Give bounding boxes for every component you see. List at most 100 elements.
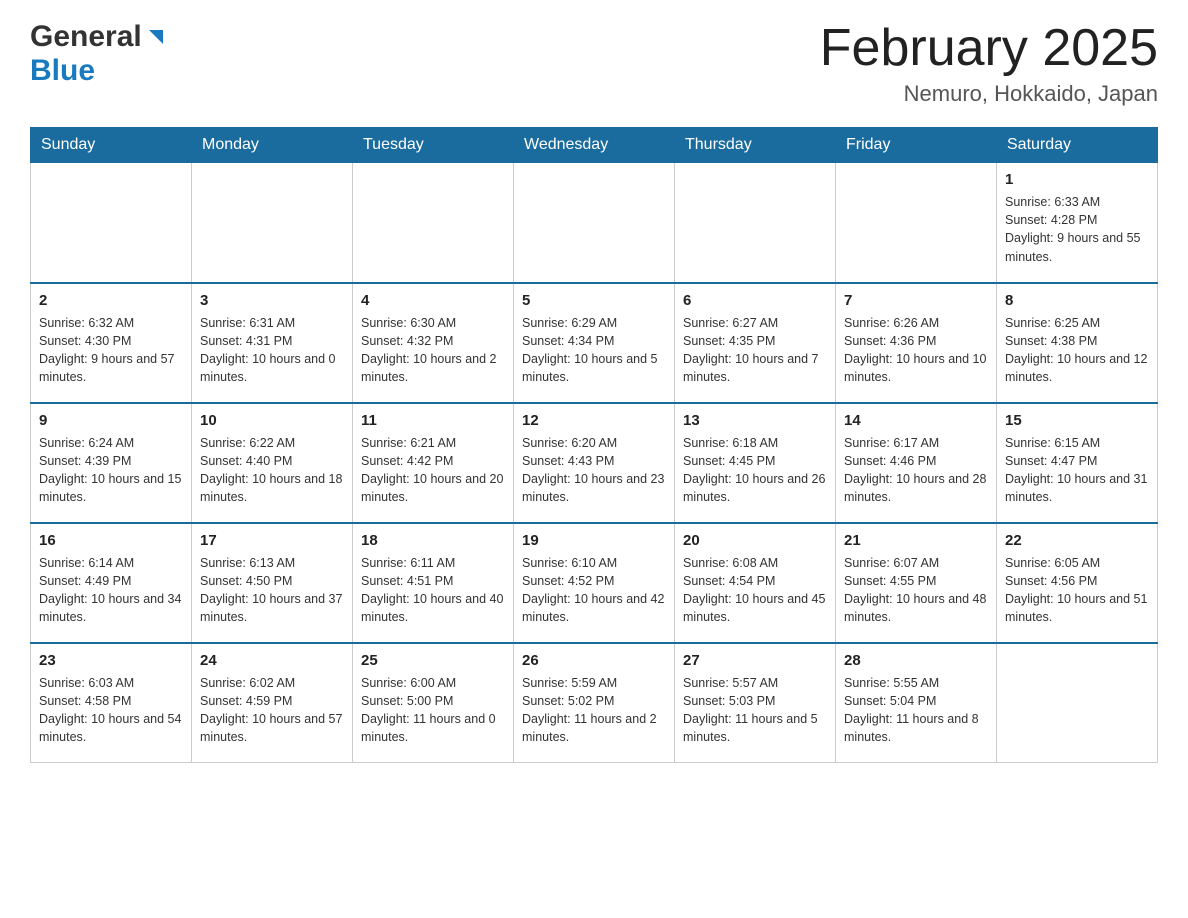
calendar-cell: 27 Sunrise: 5:57 AMSunset: 5:03 PMDayligh… [675,643,836,763]
calendar-cell [836,163,997,283]
day-number: 27 [683,650,827,671]
calendar-table: SundayMondayTuesdayWednesdayThursdayFrid… [30,127,1158,763]
calendar-day-header-thursday: Thursday [675,128,836,163]
calendar-cell [514,163,675,283]
day-info: Sunrise: 6:33 AMSunset: 4:28 PMDaylight:… [1005,193,1149,266]
day-number: 28 [844,650,988,671]
calendar-week-row: 9 Sunrise: 6:24 AMSunset: 4:39 PMDaylight… [31,403,1158,523]
calendar-cell: 24 Sunrise: 6:02 AMSunset: 4:59 PMDayligh… [192,643,353,763]
day-number: 20 [683,530,827,551]
day-info: Sunrise: 6:05 AMSunset: 4:56 PMDaylight:… [1005,554,1149,627]
logo-blue-text: Blue [30,54,95,87]
calendar-day-header-friday: Friday [836,128,997,163]
location-subtitle: Nemuro, Hokkaido, Japan [820,81,1158,107]
day-number: 14 [844,410,988,431]
day-info: Sunrise: 6:27 AMSunset: 4:35 PMDaylight:… [683,314,827,387]
day-number: 6 [683,290,827,311]
page-header: General Blue February 2025 Nemuro, Hokka… [30,20,1158,107]
day-number: 7 [844,290,988,311]
day-number: 15 [1005,410,1149,431]
day-info: Sunrise: 6:18 AMSunset: 4:45 PMDaylight:… [683,434,827,507]
day-number: 18 [361,530,505,551]
calendar-cell: 3 Sunrise: 6:31 AMSunset: 4:31 PMDaylight… [192,283,353,403]
day-info: Sunrise: 6:02 AMSunset: 4:59 PMDaylight:… [200,674,344,747]
day-info: Sunrise: 6:22 AMSunset: 4:40 PMDaylight:… [200,434,344,507]
calendar-day-header-wednesday: Wednesday [514,128,675,163]
calendar-cell: 14 Sunrise: 6:17 AMSunset: 4:46 PMDayligh… [836,403,997,523]
calendar-day-header-tuesday: Tuesday [353,128,514,163]
calendar-day-header-sunday: Sunday [31,128,192,163]
day-number: 24 [200,650,344,671]
day-number: 1 [1005,169,1149,190]
day-number: 12 [522,410,666,431]
logo-chevron-icon [145,26,167,48]
calendar-cell [997,643,1158,763]
calendar-week-row: 1 Sunrise: 6:33 AMSunset: 4:28 PMDaylight… [31,163,1158,283]
calendar-cell: 23 Sunrise: 6:03 AMSunset: 4:58 PMDayligh… [31,643,192,763]
calendar-cell: 18 Sunrise: 6:11 AMSunset: 4:51 PMDayligh… [353,523,514,643]
month-title: February 2025 [820,20,1158,77]
calendar-cell [675,163,836,283]
day-number: 13 [683,410,827,431]
day-info: Sunrise: 6:30 AMSunset: 4:32 PMDaylight:… [361,314,505,387]
calendar-cell: 21Sunrise: 6:07 AMSunset: 4:55 PMDayligh… [836,523,997,643]
day-info: Sunrise: 6:17 AMSunset: 4:46 PMDaylight:… [844,434,988,507]
calendar-cell: 15 Sunrise: 6:15 AMSunset: 4:47 PMDayligh… [997,403,1158,523]
calendar-cell: 10 Sunrise: 6:22 AMSunset: 4:40 PMDayligh… [192,403,353,523]
day-number: 10 [200,410,344,431]
day-number: 2 [39,290,183,311]
day-number: 16 [39,530,183,551]
day-info: Sunrise: 6:21 AMSunset: 4:42 PMDaylight:… [361,434,505,507]
calendar-cell: 2 Sunrise: 6:32 AMSunset: 4:30 PMDaylight… [31,283,192,403]
day-info: Sunrise: 6:10 AMSunset: 4:52 PMDaylight:… [522,554,666,627]
calendar-cell: 13 Sunrise: 6:18 AMSunset: 4:45 PMDayligh… [675,403,836,523]
day-info: Sunrise: 6:07 AMSunset: 4:55 PMDaylight:… [844,554,988,627]
day-number: 19 [522,530,666,551]
calendar-cell: 11 Sunrise: 6:21 AMSunset: 4:42 PMDayligh… [353,403,514,523]
calendar-cell: 4 Sunrise: 6:30 AMSunset: 4:32 PMDaylight… [353,283,514,403]
day-number: 4 [361,290,505,311]
calendar-cell: 5Sunrise: 6:29 AMSunset: 4:34 PMDaylight… [514,283,675,403]
day-info: Sunrise: 6:11 AMSunset: 4:51 PMDaylight:… [361,554,505,627]
day-info: Sunrise: 5:57 AMSunset: 5:03 PMDaylight:… [683,674,827,747]
day-info: Sunrise: 6:31 AMSunset: 4:31 PMDaylight:… [200,314,344,387]
logo: General Blue [30,20,167,88]
calendar-cell: 12 Sunrise: 6:20 AMSunset: 4:43 PMDayligh… [514,403,675,523]
day-number: 26 [522,650,666,671]
calendar-cell: 19 Sunrise: 6:10 AMSunset: 4:52 PMDayligh… [514,523,675,643]
calendar-cell: 9 Sunrise: 6:24 AMSunset: 4:39 PMDaylight… [31,403,192,523]
calendar-cell: 26 Sunrise: 5:59 AMSunset: 5:02 PMDayligh… [514,643,675,763]
day-number: 23 [39,650,183,671]
day-info: Sunrise: 6:14 AMSunset: 4:49 PMDaylight:… [39,554,183,627]
calendar-cell: 17 Sunrise: 6:13 AMSunset: 4:50 PMDayligh… [192,523,353,643]
calendar-cell: 22Sunrise: 6:05 AMSunset: 4:56 PMDayligh… [997,523,1158,643]
calendar-cell: 20Sunrise: 6:08 AMSunset: 4:54 PMDayligh… [675,523,836,643]
day-info: Sunrise: 6:32 AMSunset: 4:30 PMDaylight:… [39,314,183,387]
day-number: 17 [200,530,344,551]
calendar-cell: 1 Sunrise: 6:33 AMSunset: 4:28 PMDaylight… [997,163,1158,283]
day-number: 8 [1005,290,1149,311]
day-number: 11 [361,410,505,431]
day-number: 3 [200,290,344,311]
day-info: Sunrise: 6:00 AMSunset: 5:00 PMDaylight:… [361,674,505,747]
calendar-cell: 25 Sunrise: 6:00 AMSunset: 5:00 PMDayligh… [353,643,514,763]
day-info: Sunrise: 6:13 AMSunset: 4:50 PMDaylight:… [200,554,344,627]
day-info: Sunrise: 6:20 AMSunset: 4:43 PMDaylight:… [522,434,666,507]
calendar-cell: 28 Sunrise: 5:55 AMSunset: 5:04 PMDayligh… [836,643,997,763]
day-number: 9 [39,410,183,431]
day-info: Sunrise: 6:15 AMSunset: 4:47 PMDaylight:… [1005,434,1149,507]
calendar-week-row: 16 Sunrise: 6:14 AMSunset: 4:49 PMDayligh… [31,523,1158,643]
day-info: Sunrise: 6:03 AMSunset: 4:58 PMDaylight:… [39,674,183,747]
calendar-cell: 6 Sunrise: 6:27 AMSunset: 4:35 PMDaylight… [675,283,836,403]
calendar-week-row: 23 Sunrise: 6:03 AMSunset: 4:58 PMDayligh… [31,643,1158,763]
calendar-cell: 16 Sunrise: 6:14 AMSunset: 4:49 PMDayligh… [31,523,192,643]
day-info: Sunrise: 6:26 AMSunset: 4:36 PMDaylight:… [844,314,988,387]
calendar-cell [192,163,353,283]
calendar-cell [31,163,192,283]
day-info: Sunrise: 6:24 AMSunset: 4:39 PMDaylight:… [39,434,183,507]
day-info: Sunrise: 5:59 AMSunset: 5:02 PMDaylight:… [522,674,666,747]
day-info: Sunrise: 5:55 AMSunset: 5:04 PMDaylight:… [844,674,988,747]
calendar-cell: 7 Sunrise: 6:26 AMSunset: 4:36 PMDaylight… [836,283,997,403]
day-number: 5 [522,290,666,311]
day-number: 25 [361,650,505,671]
